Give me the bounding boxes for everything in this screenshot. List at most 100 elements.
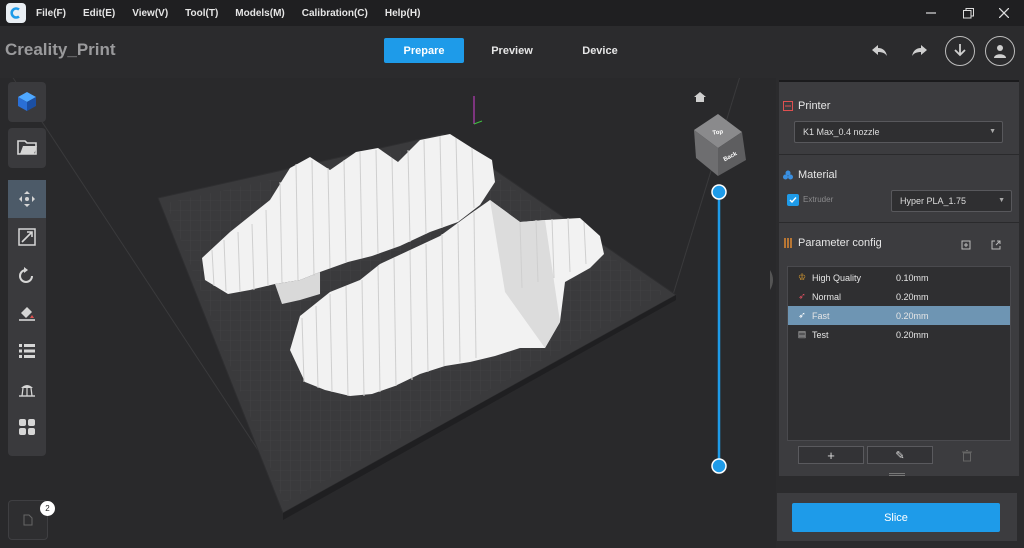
material-section-header: Material — [783, 169, 837, 181]
user-avatar-icon[interactable] — [985, 36, 1015, 66]
move-tool-button[interactable] — [8, 180, 46, 218]
add-model-button[interactable] — [8, 82, 46, 120]
minimize-button[interactable] — [913, 0, 949, 26]
profile-value: 0.20mm — [896, 310, 929, 321]
arrange-icon — [19, 419, 35, 435]
3d-viewport[interactable]: Top Back — [0, 78, 776, 548]
add-profile-button[interactable]: + — [798, 446, 864, 464]
object-list-tool-button[interactable] — [8, 332, 46, 370]
check-icon — [789, 197, 797, 204]
support-icon — [19, 385, 35, 397]
parameter-config-label: Parameter config — [798, 237, 882, 249]
scene-canvas[interactable]: Top Back — [0, 78, 776, 548]
chevron-down-icon: ▼ — [989, 128, 996, 135]
layer-slider-top-handle[interactable] — [711, 184, 727, 200]
undo-icon[interactable] — [865, 36, 895, 66]
menu-calibration[interactable]: Calibration(C) — [302, 8, 368, 19]
crown-icon: ♔ — [797, 272, 807, 282]
home-view-icon[interactable] — [694, 92, 706, 102]
parameter-config-header: Parameter config — [783, 237, 882, 249]
printer-section-header: Printer — [783, 100, 830, 112]
file-icon: ▤ — [797, 329, 807, 339]
document-icon — [23, 514, 33, 526]
slice-area: Slice — [777, 493, 1017, 541]
y-axis — [473, 120, 483, 125]
menu-edit[interactable]: Edit(E) — [83, 8, 115, 19]
layer-slider-bottom-handle[interactable] — [711, 458, 727, 474]
menu-tool[interactable]: Tool(T) — [185, 8, 218, 19]
rotate-tool-button[interactable] — [8, 256, 46, 294]
toolbar-open — [8, 128, 46, 168]
divider — [779, 154, 1019, 155]
arrange-tool-button[interactable] — [8, 408, 46, 446]
menu-file[interactable]: File(F) — [36, 8, 66, 19]
open-file-button[interactable] — [8, 128, 46, 166]
import-profile-icon[interactable] — [961, 237, 971, 250]
redo-icon[interactable] — [904, 36, 934, 66]
profile-name: Test — [812, 329, 829, 340]
download-icon[interactable] — [945, 36, 975, 66]
extruder-checkbox[interactable] — [787, 194, 799, 206]
app-title: Creality_Print — [5, 40, 116, 59]
profile-name: Normal — [812, 291, 842, 302]
app-logo-icon — [6, 3, 26, 23]
perspective-line — [671, 78, 741, 299]
panel-resize-handle[interactable] — [889, 473, 905, 476]
profile-row-test[interactable]: ▤ Test 0.20mm — [788, 325, 1010, 344]
material-select-value: Hyper PLA_1.75 — [900, 196, 967, 206]
rocket-icon: ➶ — [798, 310, 806, 320]
divider — [779, 222, 1019, 223]
extruder-label: Extruder — [803, 195, 834, 204]
menu-help[interactable]: Help(H) — [385, 8, 421, 19]
material-section-label: Material — [798, 169, 838, 181]
delete-profile-icon[interactable] — [962, 449, 974, 462]
tab-preview[interactable]: Preview — [472, 38, 552, 63]
parameter-icon — [784, 238, 792, 248]
toolbar-edit-tools — [8, 180, 46, 456]
rocket-icon: ➶ — [798, 291, 806, 301]
profile-name: Fast — [812, 310, 830, 321]
profile-row-normal[interactable]: ➶ Normal 0.20mm — [788, 287, 1010, 306]
open-file-icon — [17, 140, 37, 155]
add-model-icon — [18, 92, 36, 111]
slice-button[interactable]: Slice — [792, 503, 1000, 532]
tab-prepare[interactable]: Prepare — [384, 38, 464, 63]
toolbar-add-model — [8, 82, 46, 122]
scale-icon — [18, 228, 36, 246]
view-cube[interactable]: Top Back — [694, 114, 746, 176]
rotate-icon — [19, 267, 33, 283]
lay-flat-tool-button[interactable] — [8, 294, 46, 332]
top-bar: Creality_Print Prepare Preview Device — [0, 26, 1024, 78]
profile-list: ♔ High Quality 0.10mm ➶ Normal 0.20mm ➶ … — [787, 266, 1011, 441]
menu-view[interactable]: View(V) — [132, 8, 168, 19]
tab-device[interactable]: Device — [560, 38, 640, 63]
menu-bar: File(F) Edit(E) View(V) Tool(T) Models(M… — [0, 0, 1024, 26]
profile-row-high-quality[interactable]: ♔ High Quality 0.10mm — [788, 268, 1010, 287]
move-icon — [19, 191, 35, 207]
profile-value: 0.10mm — [896, 272, 929, 283]
profile-value: 0.20mm — [896, 329, 929, 340]
restore-button[interactable] — [950, 0, 986, 26]
object-count-badge: 2 — [40, 501, 55, 516]
printer-select-value: K1 Max_0.4 nozzle — [803, 127, 880, 137]
collapse-panel-icon[interactable] — [770, 270, 773, 290]
settings-panel: Printer K1 Max_0.4 nozzle ▼ Material Ext… — [779, 80, 1019, 476]
material-select[interactable]: Hyper PLA_1.75 ▼ — [891, 190, 1012, 212]
support-tool-button[interactable] — [8, 370, 46, 408]
list-icon — [19, 344, 35, 358]
lay-flat-icon — [19, 307, 35, 321]
profile-name: High Quality — [812, 272, 862, 283]
profile-row-fast[interactable]: ➶ Fast 0.20mm — [788, 306, 1010, 325]
mode-tabs: Prepare Preview Device — [384, 38, 648, 63]
edit-profile-button[interactable]: ✎ — [867, 446, 933, 464]
printer-section-label: Printer — [798, 100, 831, 112]
menu-models[interactable]: Models(M) — [235, 8, 284, 19]
layer-slider[interactable] — [711, 184, 727, 474]
scale-tool-button[interactable] — [8, 218, 46, 256]
close-button[interactable] — [986, 0, 1022, 26]
material-icon — [783, 170, 793, 180]
profile-value: 0.20mm — [896, 291, 929, 302]
export-profile-icon[interactable] — [991, 237, 1001, 250]
chevron-down-icon: ▼ — [998, 197, 1005, 204]
printer-select[interactable]: K1 Max_0.4 nozzle ▼ — [794, 121, 1003, 143]
